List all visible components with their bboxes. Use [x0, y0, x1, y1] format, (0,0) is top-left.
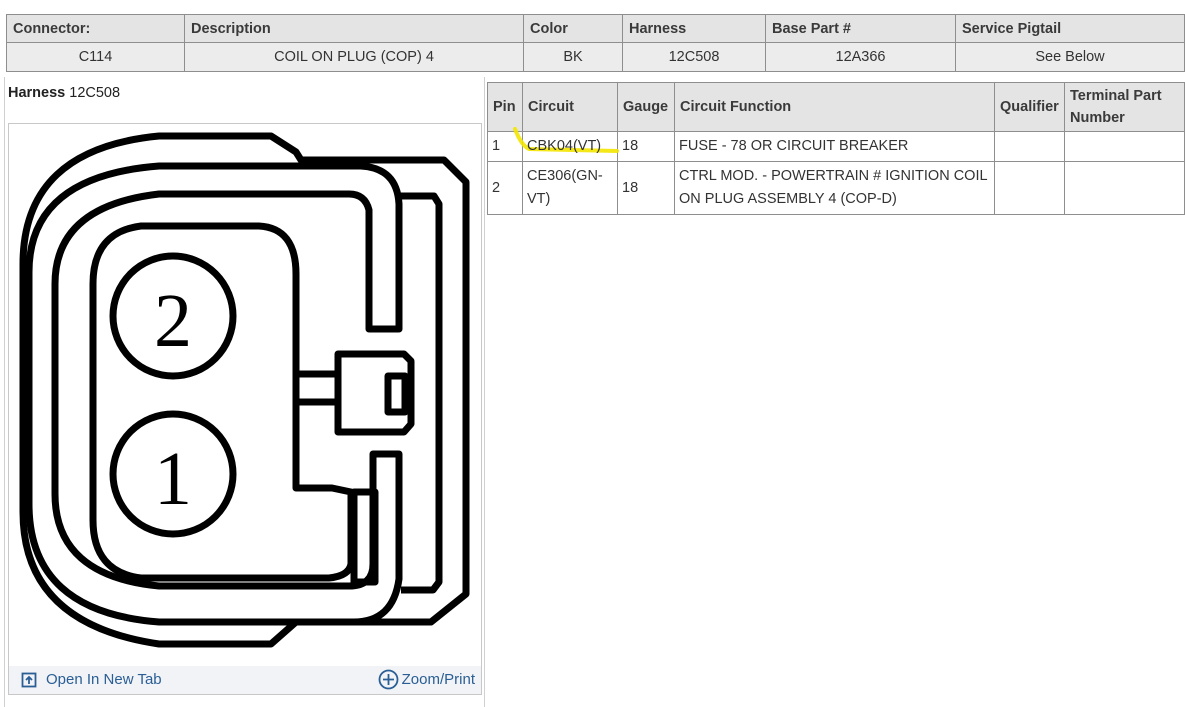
latch-slot	[384, 372, 409, 416]
cell-gauge: 18	[617, 131, 675, 162]
header-connector: Connector:	[6, 14, 185, 43]
value-base-part: 12A366	[765, 42, 956, 72]
cell-pin: 1	[487, 131, 523, 162]
value-color: BK	[523, 42, 623, 72]
connector-summary-table: Connector: Description Color Harness Bas…	[6, 14, 1185, 72]
cell-terminal-part-number	[1064, 161, 1185, 215]
harness-panel: Harness 12C508 2 1 Open In New Tab Zoom/…	[4, 77, 485, 707]
summary-header-row: Connector: Description Color Harness Bas…	[6, 14, 1185, 43]
open-new-tab-icon	[21, 672, 37, 687]
table-row: 1 CBK04(VT) 18 FUSE - 78 OR CIRCUIT BREA…	[487, 127, 1185, 162]
inner-shell-outline	[25, 162, 403, 626]
harness-label: Harness	[8, 85, 66, 101]
highlighted-circuit: CBK04(VT)	[513, 127, 619, 158]
harness-number: 12C508	[69, 85, 121, 101]
value-description: COIL ON PLUG (COP) 4	[184, 42, 524, 72]
header-gauge: Gauge	[617, 82, 675, 132]
zoom-plus-icon	[378, 669, 399, 690]
header-harness: Harness	[622, 14, 766, 43]
cell-circuit-function: FUSE - 78 OR CIRCUIT BREAKER	[674, 131, 995, 162]
cell-qualifier	[994, 131, 1065, 162]
header-service-pigtail: Service Pigtail	[955, 14, 1185, 43]
open-in-new-tab-link[interactable]: Open In New Tab	[21, 671, 162, 688]
value-service-pigtail: See Below	[955, 42, 1185, 72]
diagram-toolbar: Open In New Tab Zoom/Print	[9, 666, 481, 694]
open-in-new-tab-label: Open In New Tab	[46, 671, 162, 688]
harness-caption: Harness 12C508	[8, 85, 120, 101]
header-qualifier: Qualifier	[994, 82, 1065, 132]
cell-pin: 2	[487, 161, 523, 215]
pin-1-number: 1	[154, 437, 192, 521]
pin-2-number: 2	[154, 279, 192, 363]
connector-face-drawing: 2 1	[19, 132, 470, 648]
circuit-code: CBK04(VT)	[527, 138, 602, 154]
connector-diagram: 2 1 Open In New Tab Zoom/Print	[8, 123, 482, 695]
zoom-print-link[interactable]: Zoom/Print	[378, 669, 475, 690]
cell-terminal-part-number	[1064, 131, 1185, 162]
cell-gauge: 18	[617, 161, 675, 215]
pin-table: Pin Circuit Gauge Circuit Function Quali…	[487, 82, 1185, 215]
cell-circuit: CBK04(VT)	[513, 127, 619, 162]
header-terminal-part-number: Terminal Part Number	[1064, 82, 1185, 132]
cell-circuit: CE306(GN-VT)	[522, 161, 618, 215]
header-circuit-function: Circuit Function	[674, 82, 995, 132]
value-connector: C114	[6, 42, 185, 72]
header-description: Description	[184, 14, 524, 43]
latch-outline	[334, 350, 415, 436]
header-pin: Pin	[487, 82, 523, 132]
header-base-part: Base Part #	[765, 14, 956, 43]
summary-value-row: C114 COIL ON PLUG (COP) 4 BK 12C508 12A3…	[6, 42, 1185, 72]
cell-qualifier	[994, 161, 1065, 215]
header-color: Color	[523, 14, 623, 43]
zoom-print-label: Zoom/Print	[401, 671, 475, 688]
table-row: 2 CE306(GN-VT) 18 CTRL MOD. - POWERTRAIN…	[487, 161, 1185, 215]
cell-circuit-function: CTRL MOD. - POWERTRAIN # IGNITION COIL O…	[674, 161, 995, 215]
header-circuit: Circuit	[522, 82, 618, 132]
pin-table-header-row: Pin Circuit Gauge Circuit Function Quali…	[487, 82, 1185, 132]
retainer-pocket	[350, 488, 379, 586]
value-harness: 12C508	[622, 42, 766, 72]
